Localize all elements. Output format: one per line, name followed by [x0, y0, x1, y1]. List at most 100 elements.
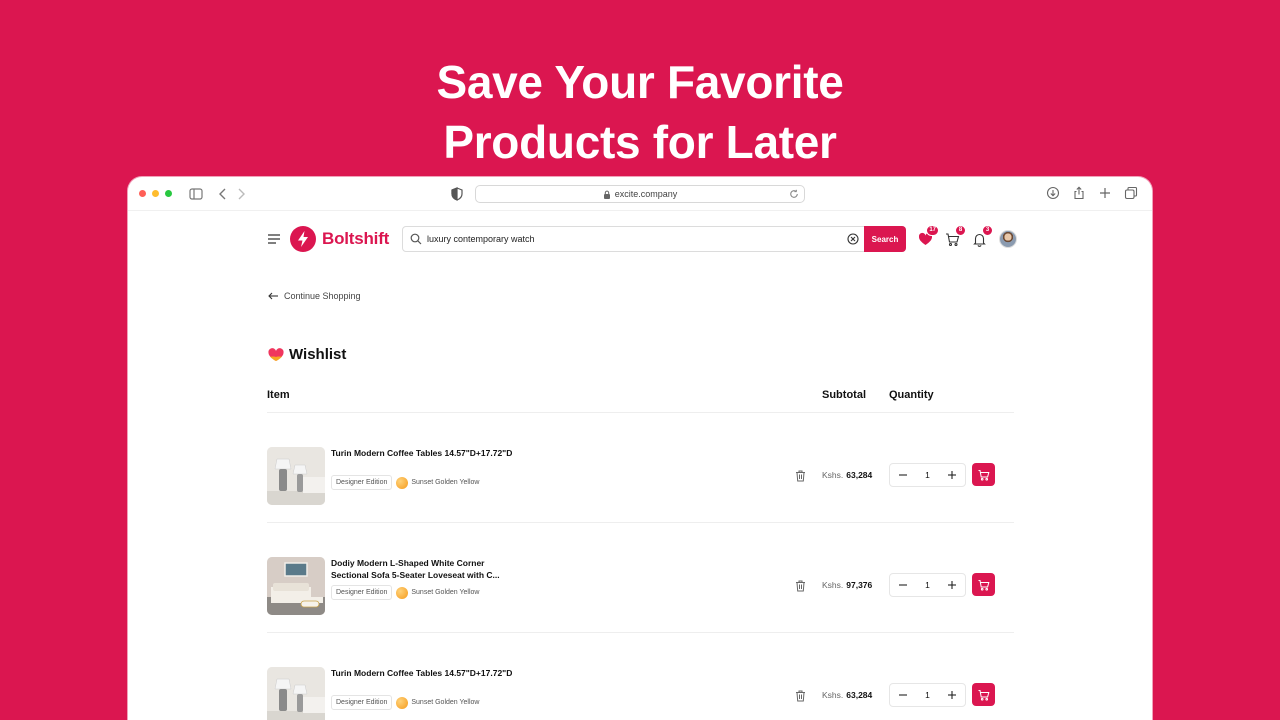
price-amount: 97,376 — [846, 580, 873, 590]
site-header: Boltshift Search 17 8 — [267, 211, 1017, 265]
table-header: Item Subtotal Quantity — [267, 389, 1014, 413]
headline: Save Your Favorite Products for Later — [0, 52, 1280, 172]
cart-count-badge: 8 — [955, 224, 966, 236]
brand-name: Boltshift — [322, 229, 390, 248]
cart-icon — [978, 469, 989, 480]
close-window-button[interactable] — [139, 190, 146, 197]
price-amount: 63,284 — [846, 690, 873, 700]
minus-icon[interactable] — [898, 690, 908, 700]
browser-window: excite.company Boltshift luxury contempo… — [128, 177, 1152, 720]
column-header-subtotal: Subtotal — [822, 389, 866, 401]
trash-icon[interactable] — [795, 580, 806, 592]
browser-actions — [1046, 186, 1138, 200]
cart-icon — [978, 579, 989, 590]
product-image[interactable] — [267, 447, 325, 505]
color-label: Sunset Golden Yellow — [411, 699, 480, 706]
continue-shopping-label: Continue Shopping — [284, 291, 361, 301]
sidebar-toggle-icon[interactable] — [189, 187, 203, 201]
page-content: Boltshift Search 17 8 — [267, 211, 1017, 720]
search-button[interactable]: Search — [864, 226, 906, 252]
product-image[interactable] — [267, 667, 325, 720]
privacy-shield-icon[interactable] — [451, 187, 463, 201]
quantity-value[interactable]: 1 — [925, 580, 930, 590]
product-name[interactable]: Dodiy Modern L-Shaped White Corner Secti… — [331, 557, 521, 581]
color-tag: Sunset Golden Yellow — [396, 695, 479, 710]
headline-line-2: Products for Later — [443, 116, 837, 168]
download-icon[interactable] — [1046, 186, 1060, 200]
back-arrow-icon[interactable] — [217, 187, 229, 201]
color-tag: Sunset Golden Yellow — [396, 585, 479, 600]
product-tags: Designer Edition Sunset Golden Yellow — [331, 695, 479, 710]
add-to-cart-button[interactable] — [972, 683, 995, 706]
quantity-stepper: 1 — [889, 463, 966, 487]
page-title: Wishlist — [268, 346, 346, 363]
product-tags: Designer Edition Sunset Golden Yellow — [331, 475, 479, 490]
window-controls — [139, 190, 172, 197]
color-swatch — [396, 696, 409, 709]
minus-icon[interactable] — [898, 580, 908, 590]
share-icon[interactable] — [1072, 186, 1086, 200]
quantity-stepper: 1 — [889, 683, 966, 707]
zoom-window-button[interactable] — [165, 190, 172, 197]
header-actions: 17 8 3 — [918, 224, 1017, 248]
arrow-left-icon — [268, 292, 278, 300]
product-tags: Designer Edition Sunset Golden Yellow — [331, 585, 479, 600]
subtotal-value: Kshs. 63,284 — [817, 464, 877, 486]
subtotal-value: Kshs. 97,376 — [817, 574, 877, 596]
continue-shopping-link[interactable]: Continue Shopping — [268, 291, 361, 301]
color-label: Sunset Golden Yellow — [411, 479, 480, 486]
product-name[interactable]: Turin Modern Coffee Tables 14.57"D+17.72… — [331, 447, 521, 459]
address-bar[interactable]: excite.company — [475, 185, 805, 203]
page-title-text: Wishlist — [289, 346, 347, 363]
avatar[interactable] — [999, 230, 1017, 248]
table-row: Turin Modern Coffee Tables 14.57"D+17.72… — [267, 413, 1014, 523]
trash-icon[interactable] — [795, 470, 806, 482]
plus-icon[interactable] — [947, 580, 957, 590]
currency-label: Kshs. — [822, 470, 844, 480]
tab-overview-icon[interactable] — [1124, 186, 1138, 200]
column-header-item: Item — [267, 389, 290, 401]
bolt-icon — [290, 226, 316, 252]
search-bar: Search — [402, 226, 906, 252]
search-input[interactable] — [427, 234, 837, 244]
edition-tag: Designer Edition — [331, 695, 393, 710]
minimize-window-button[interactable] — [152, 190, 159, 197]
color-label: Sunset Golden Yellow — [411, 589, 480, 596]
cart-button[interactable]: 8 — [945, 224, 966, 247]
wishlist-count-badge: 17 — [926, 224, 939, 236]
hearts-icon — [268, 347, 284, 362]
browser-toolbar: excite.company — [128, 177, 1152, 211]
address-url: excite.company — [614, 189, 678, 199]
brand-logo[interactable]: Boltshift — [290, 226, 389, 252]
currency-label: Kshs. — [822, 580, 844, 590]
quantity-value[interactable]: 1 — [925, 690, 930, 700]
price-amount: 63,284 — [846, 470, 873, 480]
forward-arrow-icon[interactable] — [235, 187, 247, 201]
column-header-quantity: Quantity — [889, 389, 934, 401]
currency-label: Kshs. — [822, 690, 844, 700]
plus-icon[interactable] — [947, 690, 957, 700]
add-to-cart-button[interactable] — [972, 573, 995, 596]
table-row: Turin Modern Coffee Tables 14.57"D+17.72… — [267, 633, 1014, 720]
reload-icon[interactable] — [789, 189, 799, 199]
quantity-stepper: 1 — [889, 573, 966, 597]
cart-icon — [978, 689, 989, 700]
quantity-value[interactable]: 1 — [925, 470, 930, 480]
lock-icon — [603, 190, 611, 199]
plus-icon[interactable] — [947, 470, 957, 480]
product-image[interactable] — [267, 557, 325, 615]
menu-icon[interactable] — [268, 234, 280, 244]
search-icon — [410, 233, 422, 245]
edition-tag: Designer Edition — [331, 475, 393, 490]
wishlist-button[interactable]: 17 — [918, 224, 939, 247]
product-name[interactable]: Turin Modern Coffee Tables 14.57"D+17.72… — [331, 667, 521, 679]
subtotal-value: Kshs. 63,284 — [817, 684, 877, 706]
add-to-cart-button[interactable] — [972, 463, 995, 486]
trash-icon[interactable] — [795, 690, 806, 702]
color-swatch — [396, 586, 409, 599]
color-tag: Sunset Golden Yellow — [396, 475, 479, 490]
notifications-button[interactable]: 3 — [972, 224, 993, 247]
clear-search-icon[interactable] — [847, 233, 859, 245]
new-tab-icon[interactable] — [1098, 186, 1112, 200]
minus-icon[interactable] — [898, 470, 908, 480]
